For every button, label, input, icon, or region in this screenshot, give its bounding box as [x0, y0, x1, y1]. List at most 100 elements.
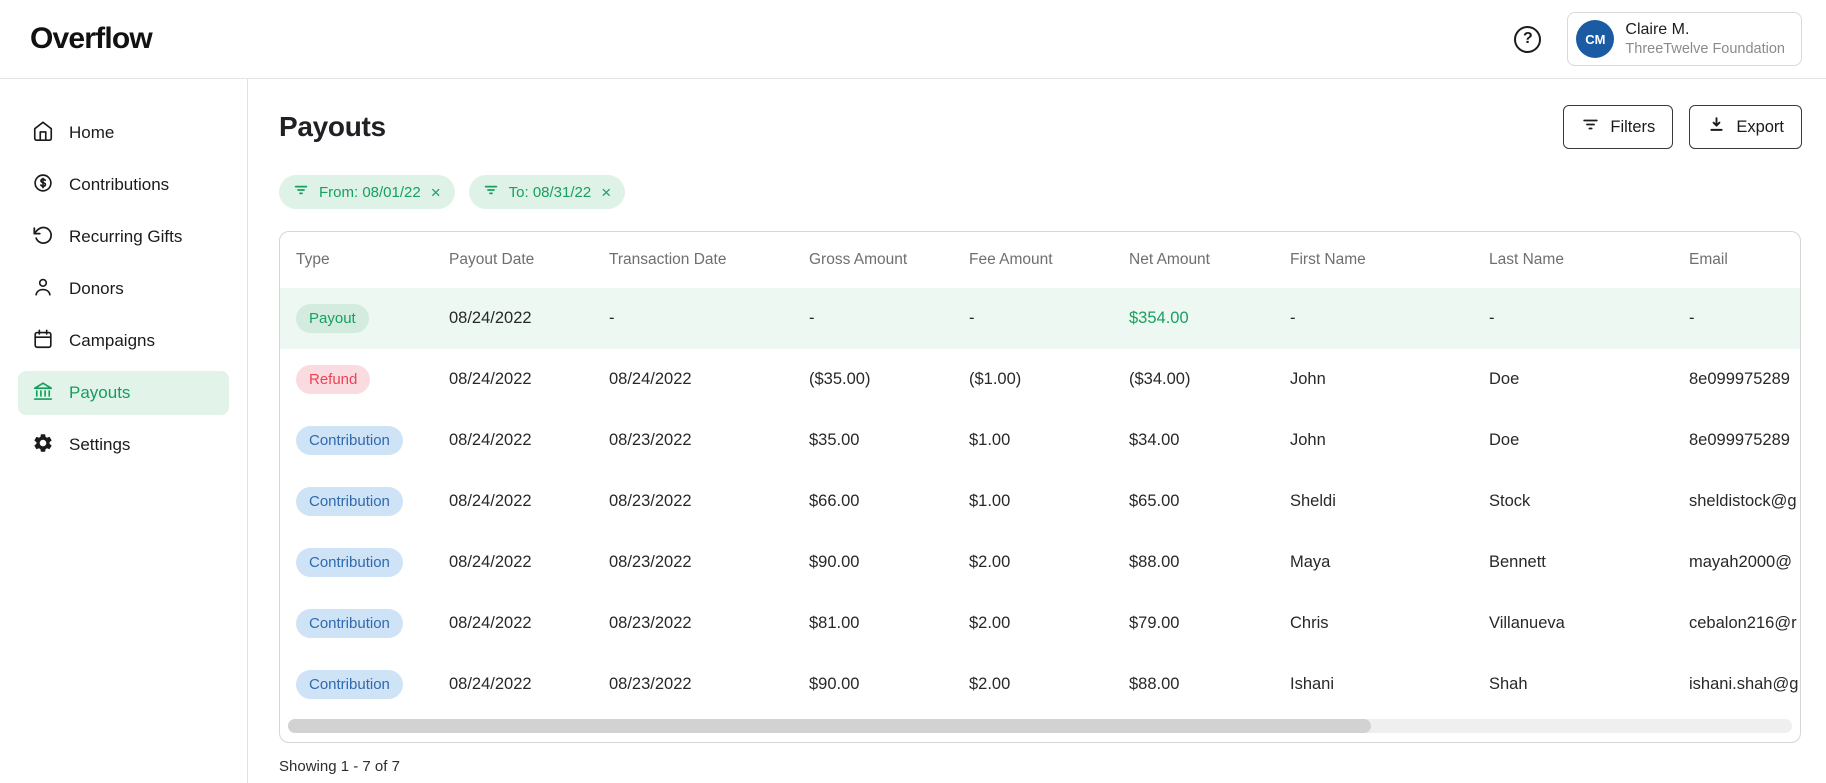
- sidebar-item-payouts[interactable]: Payouts: [18, 371, 229, 415]
- filter-chip-label: From: 08/01/22: [319, 183, 421, 201]
- sidebar-item-label: Donors: [69, 279, 124, 298]
- filters-button[interactable]: Filters: [1563, 105, 1674, 149]
- filter-chip-to[interactable]: To: 08/31/22 ×: [468, 175, 626, 209]
- email-cell: 8e099975289: [1689, 431, 1790, 449]
- first-name-cell: Sheldi: [1290, 492, 1336, 510]
- payout-date-cell: 08/24/2022: [449, 492, 532, 510]
- last-name-cell: Stock: [1489, 492, 1531, 510]
- top-bar: Overflow ? CM Claire M. ThreeTwelve Foun…: [0, 0, 1826, 79]
- table-row[interactable]: Contribution 08/24/2022 08/23/2022 $66.0…: [280, 471, 1800, 532]
- gross-amount-cell: $90.00: [809, 553, 860, 571]
- fee-amount-cell: $2.00: [969, 553, 1011, 571]
- sidebar-item-label: Payouts: [69, 383, 131, 402]
- column-header-email: Email: [1689, 251, 1728, 268]
- gross-amount-cell: $90.00: [809, 675, 860, 693]
- transaction-date-cell: 08/23/2022: [609, 675, 692, 693]
- column-header-transaction-date: Transaction Date: [609, 251, 727, 268]
- last-name-cell: Bennett: [1489, 553, 1546, 571]
- net-amount-cell: ($34.00): [1129, 370, 1191, 388]
- payouts-table: Type Payout Date Transaction Date Gross …: [279, 231, 1801, 743]
- gross-amount-cell: $66.00: [809, 492, 860, 510]
- first-name-cell: Ishani: [1290, 675, 1335, 693]
- sidebar-item-label: Contributions: [69, 175, 170, 194]
- sidebar-item-campaigns[interactable]: Campaigns: [18, 319, 229, 363]
- home-icon: [32, 120, 54, 147]
- table-row[interactable]: Contribution 08/24/2022 08/23/2022 $35.0…: [280, 410, 1800, 471]
- table-row[interactable]: Payout 08/24/2022 - - - $354.00 - - -: [280, 288, 1800, 349]
- export-button[interactable]: Export: [1689, 105, 1802, 149]
- payout-date-cell: 08/24/2022: [449, 431, 532, 449]
- type-badge: Contribution: [296, 609, 403, 638]
- net-amount-cell: $34.00: [1129, 431, 1180, 449]
- type-badge: Contribution: [296, 670, 403, 699]
- column-header-fee-amount: Fee Amount: [969, 251, 1053, 268]
- net-amount-cell: $88.00: [1129, 675, 1180, 693]
- type-badge: Contribution: [296, 426, 403, 455]
- table-row[interactable]: Refund 08/24/2022 08/24/2022 ($35.00) ($…: [280, 349, 1800, 410]
- transaction-date-cell: 08/23/2022: [609, 492, 692, 510]
- type-badge: Payout: [296, 304, 369, 333]
- table-row[interactable]: Contribution 08/24/2022 08/23/2022 $90.0…: [280, 532, 1800, 593]
- fee-amount-cell: ($1.00): [969, 370, 1022, 388]
- first-name-cell: -: [1290, 309, 1296, 327]
- filter-chip-from[interactable]: From: 08/01/22 ×: [279, 175, 455, 209]
- last-name-cell: Doe: [1489, 370, 1520, 388]
- help-icon[interactable]: ?: [1514, 25, 1542, 53]
- net-amount-cell: $354.00: [1129, 309, 1189, 327]
- column-header-last-name: Last Name: [1489, 251, 1564, 268]
- sidebar-item-home[interactable]: Home: [18, 111, 229, 155]
- payout-date-cell: 08/24/2022: [449, 675, 532, 693]
- net-amount-cell: $65.00: [1129, 492, 1180, 510]
- horizontal-scrollbar-thumb[interactable]: [288, 719, 1371, 733]
- sidebar: Home Contributions Recurring Gifts Donor…: [0, 79, 248, 783]
- calendar-icon: [32, 328, 54, 355]
- email-cell: cebalon216@r: [1689, 614, 1797, 632]
- transaction-date-cell: 08/23/2022: [609, 553, 692, 571]
- avatar: CM: [1576, 20, 1615, 58]
- dollar-circle-icon: [32, 172, 54, 199]
- sidebar-item-settings[interactable]: Settings: [18, 423, 229, 467]
- net-amount-cell: $88.00: [1129, 553, 1180, 571]
- table-row[interactable]: Contribution 08/24/2022 08/23/2022 $90.0…: [280, 654, 1800, 715]
- sidebar-item-recurring-gifts[interactable]: Recurring Gifts: [18, 215, 229, 259]
- column-header-type: Type: [296, 251, 330, 268]
- transaction-date-cell: 08/23/2022: [609, 614, 692, 632]
- overflow-logo: Overflow: [30, 22, 153, 55]
- sidebar-item-label: Recurring Gifts: [69, 227, 183, 246]
- table-row[interactable]: Contribution 08/24/2022 08/23/2022 $81.0…: [280, 593, 1800, 654]
- fee-amount-cell: -: [969, 309, 975, 327]
- user-name: Claire M.: [1625, 20, 1690, 38]
- pagination-status: Showing 1 - 7 of 7: [279, 758, 400, 775]
- page-title: Payouts: [279, 111, 386, 142]
- first-name-cell: John: [1290, 370, 1326, 388]
- sidebar-item-label: Home: [69, 123, 115, 142]
- email-cell: 8e099975289: [1689, 370, 1790, 388]
- close-icon[interactable]: ×: [601, 184, 611, 201]
- sidebar-item-contributions[interactable]: Contributions: [18, 163, 229, 207]
- gear-icon: [32, 432, 54, 459]
- close-icon[interactable]: ×: [431, 184, 441, 201]
- last-name-cell: Villanueva: [1489, 614, 1565, 632]
- sidebar-item-label: Campaigns: [69, 331, 155, 350]
- email-cell: ishani.shah@g: [1689, 675, 1799, 693]
- horizontal-scrollbar-track[interactable]: [288, 719, 1792, 733]
- filter-icon: [293, 182, 309, 202]
- column-header-net-amount: Net Amount: [1129, 251, 1210, 268]
- fee-amount-cell: $2.00: [969, 614, 1011, 632]
- user-menu[interactable]: CM Claire M. ThreeTwelve Foundation: [1567, 11, 1802, 67]
- fee-amount-cell: $2.00: [969, 675, 1011, 693]
- transaction-date-cell: 08/24/2022: [609, 370, 692, 388]
- payout-date-cell: 08/24/2022: [449, 370, 532, 388]
- gross-amount-cell: ($35.00): [809, 370, 871, 388]
- user-org: ThreeTwelve Foundation: [1625, 40, 1785, 57]
- last-name-cell: Shah: [1489, 675, 1528, 693]
- transaction-date-cell: 08/23/2022: [609, 431, 692, 449]
- email-cell: sheldistock@g: [1689, 492, 1797, 510]
- table-header-row: Type Payout Date Transaction Date Gross …: [280, 232, 1800, 288]
- last-name-cell: -: [1489, 309, 1495, 327]
- payout-date-cell: 08/24/2022: [449, 309, 532, 327]
- net-amount-cell: $79.00: [1129, 614, 1180, 632]
- transaction-date-cell: -: [609, 309, 615, 327]
- type-badge: Refund: [296, 365, 371, 394]
- sidebar-item-donors[interactable]: Donors: [18, 267, 229, 311]
